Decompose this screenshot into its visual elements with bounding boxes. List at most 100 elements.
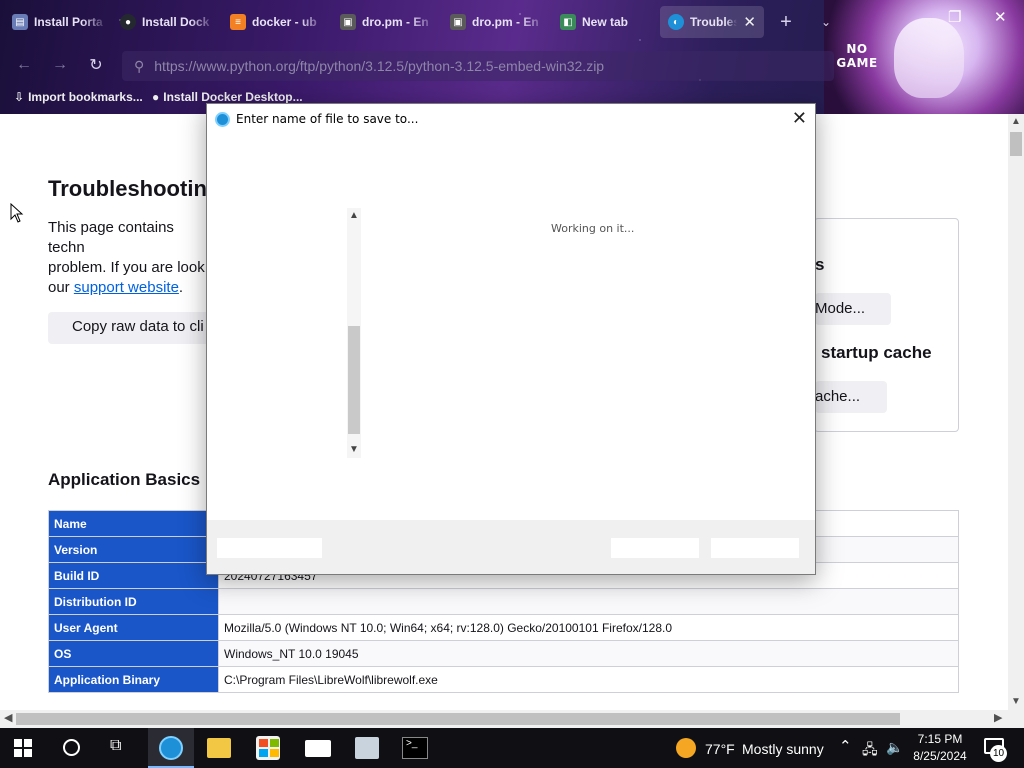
navigation-pane-scrollbar[interactable]: ▲ ▼ <box>347 208 361 458</box>
scrollbar-corner <box>1008 710 1024 728</box>
scroll-thumb[interactable] <box>348 326 360 434</box>
scroll-thumb[interactable] <box>16 713 900 725</box>
tab-label: docker - ub <box>252 15 317 29</box>
page-horizontal-scrollbar[interactable]: ◀ ▶ <box>0 710 1008 728</box>
bookmark-label: Install Docker Desktop... <box>163 90 303 104</box>
back-arrow-icon[interactable]: ← <box>14 55 34 75</box>
bookmark-label: Import bookmarks... <box>28 90 143 104</box>
tab-install-portainer[interactable]: ▤ Install Porta <box>4 6 108 38</box>
volume-muted-icon[interactable]: 🔈 <box>886 739 903 756</box>
table-value-cell: C:\Program Files\LibreWolf\librewolf.exe <box>218 666 959 693</box>
page-vertical-scrollbar[interactable]: ▲ ▼ <box>1008 114 1024 710</box>
dropm-icon: ▣ <box>450 14 466 30</box>
copy-raw-data-button[interactable]: Copy raw data to cli <box>48 312 228 344</box>
bookmark-import[interactable]: ⇩ Import bookmarks... <box>14 90 143 104</box>
mouse-cursor-icon <box>10 203 24 223</box>
theme-character-image <box>894 18 964 98</box>
intro-suffix: . <box>178 279 184 296</box>
clock-time: 7:15 PM <box>917 732 963 746</box>
task-view-icon[interactable]: ⧉ <box>110 737 121 755</box>
table-key-cell: Distribution ID <box>48 588 219 615</box>
tab-troubleshooting[interactable]: ◐ Troublesh ✕ <box>660 6 764 38</box>
weather-icon[interactable] <box>676 738 696 758</box>
librewolf-icon <box>215 111 230 127</box>
file-explorer-icon[interactable] <box>207 738 231 758</box>
table-value-cell: Windows_NT 10.0 19045 <box>218 640 959 667</box>
search-circle-icon[interactable] <box>63 739 80 756</box>
intro-line: our support website. <box>48 278 208 298</box>
dialog-titlebar: Enter name of file to save to... <box>207 104 815 134</box>
scroll-right-icon[interactable]: ▶ <box>994 711 1002 724</box>
windows-start-icon[interactable] <box>14 739 32 757</box>
tab-dropm-1[interactable]: ▣ dro.pm - En <box>332 6 436 38</box>
dialog-close-icon[interactable]: ✕ <box>792 108 807 129</box>
search-icon: ⚲ <box>134 57 145 74</box>
github-icon: ● <box>152 90 160 104</box>
tray-chevron-up-icon[interactable]: ⌃ <box>839 737 852 755</box>
scroll-down-icon[interactable]: ▼ <box>1008 696 1024 707</box>
table-value-cell: Mozilla/5.0 (Windows NT 10.0; Win64; x64… <box>218 614 959 641</box>
scroll-thumb[interactable] <box>1010 132 1022 156</box>
windows-taskbar: ⧉ >_ 77°F Mostly sunny ⌃ 🖧 🔈 7:15 PM 8/2… <box>0 728 1024 768</box>
mail-icon[interactable] <box>305 740 331 757</box>
photos-icon[interactable] <box>355 737 379 759</box>
tab-label: dro.pm - En <box>472 15 539 29</box>
table-key-cell: User Agent <box>48 614 219 641</box>
clock[interactable]: 7:15 PM 8/25/2024 <box>912 731 968 765</box>
librewolf-icon <box>159 736 183 760</box>
terminal-icon[interactable]: >_ <box>402 737 428 759</box>
cancel-button-placeholder[interactable] <box>711 538 799 558</box>
loading-status: Working on it... <box>551 222 635 235</box>
dropm-icon: ▣ <box>340 14 356 30</box>
support-website-link[interactable]: support website <box>74 279 179 296</box>
table-row: OS Windows_NT 10.0 19045 <box>48 640 959 667</box>
page-icon: ▤ <box>12 14 28 30</box>
weather-description[interactable]: Mostly sunny <box>742 741 824 757</box>
list-tabs-chevron-icon[interactable]: ⌄ <box>816 12 836 32</box>
new-tab-plus-icon[interactable]: + <box>776 11 796 33</box>
close-window-icon[interactable]: ✕ <box>994 8 1007 26</box>
browser-chrome: NO GAME ▤ Install Porta ● Install Dock ≡… <box>0 0 1024 114</box>
dialog-title: Enter name of file to save to... <box>236 112 419 126</box>
bookmark-install-docker[interactable]: ● Install Docker Desktop... <box>152 90 303 104</box>
file-name-field-placeholder[interactable] <box>217 538 322 558</box>
application-basics-heading: Application Basics <box>48 470 201 489</box>
url-bar[interactable]: ⚲ https://www.python.org/ftp/python/3.12… <box>122 51 834 81</box>
scroll-down-icon[interactable]: ▼ <box>347 444 361 455</box>
section-heading-fragment: s <box>815 255 825 274</box>
scroll-up-icon[interactable]: ▲ <box>1008 116 1024 127</box>
page-title: Troubleshootin <box>48 176 207 201</box>
github-icon: ● <box>120 14 136 30</box>
table-row: Application Binary C:\Program Files\Libre… <box>48 666 959 693</box>
notification-count-badge: 10 <box>990 745 1007 762</box>
tab-label: Install Dock <box>142 15 210 29</box>
save-button-placeholder[interactable] <box>611 538 699 558</box>
tab-new-tab[interactable]: ◧ New tab <box>552 6 656 38</box>
librewolf-icon: ◐ <box>668 14 684 30</box>
right-actions-box: s Mode... startup cache ache... <box>814 218 959 432</box>
clear-startup-cache-button[interactable]: ache... <box>815 381 887 413</box>
tab-docker-ubuntu[interactable]: ≡ docker - ub <box>222 6 326 38</box>
stackoverflow-icon: ≡ <box>230 14 246 30</box>
tab-close-icon[interactable]: ✕ <box>743 13 756 31</box>
restore-window-icon[interactable]: ❐ <box>948 8 961 26</box>
microsoft-store-icon[interactable] <box>256 736 280 760</box>
table-key-cell: Application Binary <box>48 666 219 693</box>
tab-install-docker[interactable]: ● Install Dock <box>112 6 216 38</box>
weather-temperature[interactable]: 77°F <box>705 741 735 757</box>
troubleshoot-mode-button[interactable]: Mode... <box>815 293 891 325</box>
import-icon: ⇩ <box>14 90 25 104</box>
url-text[interactable]: https://www.python.org/ftp/python/3.12.5… <box>154 58 604 74</box>
forward-arrow-icon[interactable]: → <box>50 55 70 75</box>
network-icon[interactable]: 🖧 <box>862 739 878 763</box>
taskbar-librewolf[interactable] <box>148 728 194 768</box>
dialog-footer <box>207 520 815 574</box>
tab-dropm-2[interactable]: ▣ dro.pm - En <box>442 6 546 38</box>
scroll-left-icon[interactable]: ◀ <box>4 711 12 724</box>
clock-date: 8/25/2024 <box>913 749 967 763</box>
scroll-up-icon[interactable]: ▲ <box>347 210 361 221</box>
table-key-cell: Version <box>48 536 219 563</box>
table-row: Distribution ID <box>48 588 959 615</box>
tab-label: dro.pm - En <box>362 15 429 29</box>
reload-icon[interactable]: ↻ <box>86 55 106 75</box>
